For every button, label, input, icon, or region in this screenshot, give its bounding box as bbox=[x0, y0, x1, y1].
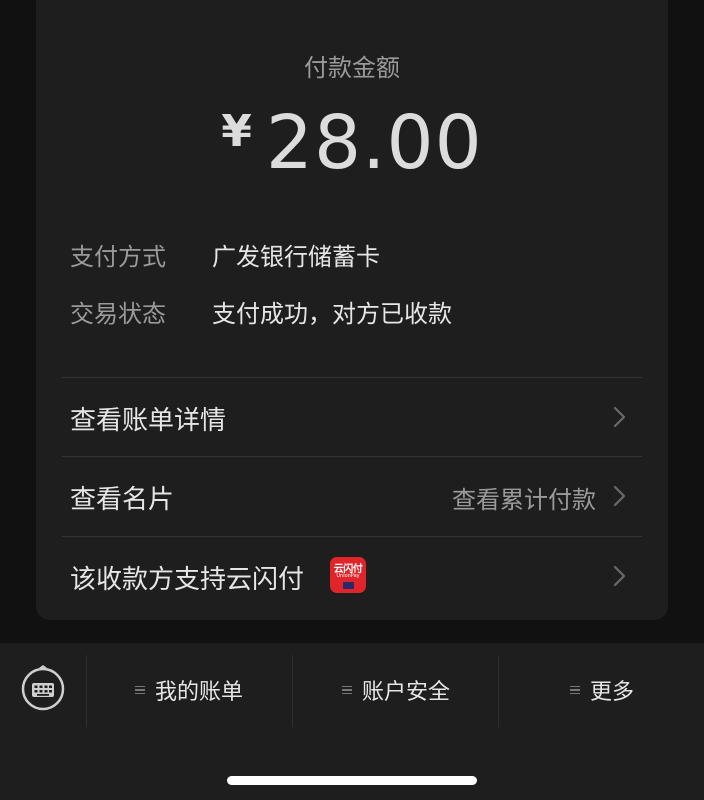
view-bill-details-label: 查看账单详情 bbox=[70, 406, 227, 436]
view-bill-details-row[interactable]: 查看账单详情 bbox=[62, 378, 642, 456]
menu-icon bbox=[341, 684, 352, 697]
transaction-status-row: 交易状态 支付成功，对方已收款 bbox=[70, 294, 452, 329]
unionpay-icon: 云闪付 UnionPay bbox=[330, 557, 366, 593]
mini-card-graphic bbox=[343, 582, 354, 589]
amount-label: 付款金额 bbox=[304, 54, 400, 82]
chevron-right-icon bbox=[613, 406, 626, 428]
view-cumulative-payments-hint: 查看累计付款 bbox=[452, 486, 596, 514]
transaction-status-value: 支付成功，对方已收款 bbox=[212, 300, 452, 328]
tab-my-bills[interactable]: 我的账单 bbox=[86, 653, 292, 727]
transaction-status-label: 交易状态 bbox=[70, 300, 166, 328]
keyboard-icon[interactable] bbox=[20, 665, 66, 711]
payment-result-page: 付款金额 ¥28.00 支付方式 广发银行储蓄卡 交易状态 支付成功，对方已收款 查… bbox=[0, 0, 704, 800]
chevron-right-icon bbox=[613, 565, 626, 587]
unionpay-support-row[interactable]: 该收款方支持云闪付 云闪付 UnionPay bbox=[62, 537, 642, 615]
payment-card: 付款金额 ¥28.00 支付方式 广发银行储蓄卡 交易状态 支付成功，对方已收款 查… bbox=[36, 0, 668, 620]
payment-method-label: 支付方式 bbox=[70, 243, 166, 271]
payment-amount: ¥28.00 bbox=[36, 100, 668, 186]
payment-method-value: 广发银行储蓄卡 bbox=[212, 243, 380, 271]
menu-icon bbox=[569, 684, 580, 697]
amount-value: 28.00 bbox=[265, 100, 483, 186]
tab-my-bills-label: 我的账单 bbox=[154, 680, 243, 705]
unionpay-badge-subtext: UnionPay bbox=[336, 573, 360, 579]
tab-divider bbox=[498, 655, 499, 727]
tab-account-security[interactable]: 账户安全 bbox=[293, 653, 499, 727]
payment-method-row: 支付方式 广发银行储蓄卡 bbox=[70, 237, 380, 272]
tab-more-label: 更多 bbox=[589, 680, 634, 705]
menu-icon bbox=[134, 684, 145, 697]
tab-account-security-label: 账户安全 bbox=[361, 680, 450, 705]
home-indicator[interactable] bbox=[227, 776, 477, 785]
tab-more[interactable]: 更多 bbox=[500, 653, 704, 727]
currency-symbol: ¥ bbox=[221, 106, 252, 157]
chevron-right-icon bbox=[613, 485, 626, 507]
view-business-card-row[interactable]: 查看名片 查看累计付款 bbox=[62, 457, 642, 535]
view-business-card-label: 查看名片 bbox=[70, 485, 175, 515]
unionpay-support-label: 该收款方支持云闪付 bbox=[70, 565, 305, 595]
